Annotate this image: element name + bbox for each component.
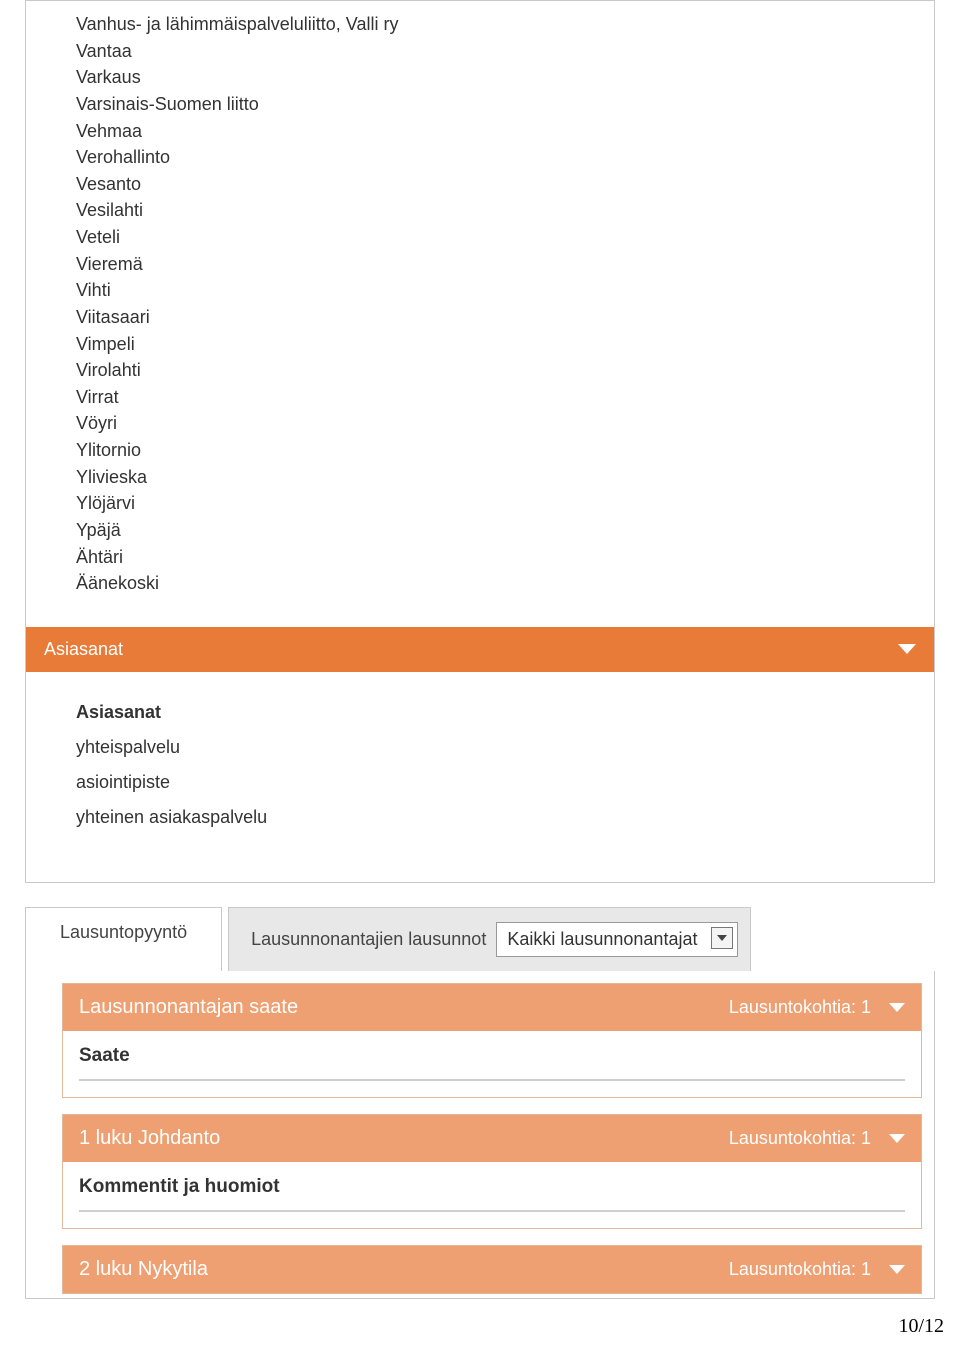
section-title: 1 luku Johdanto xyxy=(79,1127,220,1150)
section-body-label: Saate xyxy=(79,1045,905,1077)
section-title: 2 luku Nykytila xyxy=(79,1258,208,1281)
keyword-item: asiointipiste xyxy=(76,772,884,793)
list-item: Ylitornio xyxy=(76,437,884,464)
list-item: Ypäjä xyxy=(76,517,884,544)
chevron-down-icon xyxy=(889,1265,905,1274)
section-meta: Lausuntokohtia: 1 xyxy=(729,1128,905,1149)
accordion-section: 1 luku Johdanto Lausuntokohtia: 1 Kommenti… xyxy=(62,1114,922,1229)
list-item: Vesanto xyxy=(76,171,884,198)
section-meta: Lausuntokohtia: 1 xyxy=(729,1259,905,1280)
section-count: Lausuntokohtia: 1 xyxy=(729,1259,871,1280)
page-number: 10/12 xyxy=(0,1299,960,1346)
chevron-down-icon xyxy=(889,1134,905,1143)
keyword-item: yhteispalvelu xyxy=(76,737,884,758)
asiasanat-header[interactable]: Asiasanat xyxy=(26,627,934,672)
divider xyxy=(79,1210,905,1212)
list-item: Veteli xyxy=(76,224,884,251)
list-item: Ylöjärvi xyxy=(76,490,884,517)
divider xyxy=(79,1079,905,1081)
lausunnonantajat-dropdown[interactable]: Kaikki lausunnonantajat xyxy=(496,922,738,957)
accordion-header[interactable]: 2 luku Nykytila Lausuntokohtia: 1 xyxy=(63,1246,921,1293)
accordion-header[interactable]: 1 luku Johdanto Lausuntokohtia: 1 xyxy=(63,1115,921,1162)
accordion-section: Lausunnonantajan saate Lausuntokohtia: 1 S… xyxy=(62,983,922,1098)
accordion-header[interactable]: Lausunnonantajan saate Lausuntokohtia: 1 xyxy=(63,984,921,1031)
chevron-down-icon[interactable] xyxy=(711,927,733,949)
list-item: Vimpeli xyxy=(76,331,884,358)
list-item: Virolahti xyxy=(76,357,884,384)
sections-container: Lausunnonantajan saate Lausuntokohtia: 1 S… xyxy=(25,971,935,1299)
asiasanat-panel: Asiasanat yhteispalvelu asiointipiste yhte… xyxy=(26,672,934,882)
list-item: Varsinais-Suomen liitto xyxy=(76,91,884,118)
list-item: Ähtäri xyxy=(76,544,884,571)
tab-lausunnonantajien[interactable]: Lausunnonantajien lausunnot Kaikki lausu… xyxy=(228,907,751,971)
dropdown-value: Kaikki lausunnonantajat xyxy=(507,929,697,949)
keyword-item: yhteinen asiakaspalvelu xyxy=(76,807,884,828)
list-item: Virrat xyxy=(76,384,884,411)
list-item: Ylivieska xyxy=(76,464,884,491)
list-item: Vieremä xyxy=(76,251,884,278)
asiasanat-heading: Asiasanat xyxy=(76,702,884,723)
tabs-container: Lausuntopyyntö Lausunnonantajien lausunn… xyxy=(25,907,935,1299)
list-item: Vanhus- ja lähimmäispalveluliitto, Valli… xyxy=(76,11,884,38)
section-body-label: Kommentit ja huomiot xyxy=(79,1176,905,1208)
accordion-body: Saate xyxy=(63,1031,921,1097)
asiasanat-header-title: Asiasanat xyxy=(44,639,123,660)
tab-lausuntopyynto[interactable]: Lausuntopyyntö xyxy=(25,907,222,971)
list-item: Vöyri xyxy=(76,410,884,437)
tabs-row: Lausuntopyyntö Lausunnonantajien lausunn… xyxy=(25,907,935,971)
list-item: Vihti xyxy=(76,277,884,304)
list-item: Varkaus xyxy=(76,64,884,91)
section-count: Lausuntokohtia: 1 xyxy=(729,997,871,1018)
section-title: Lausunnonantajan saate xyxy=(79,996,298,1019)
list-item: Vesilahti xyxy=(76,197,884,224)
section-meta: Lausuntokohtia: 1 xyxy=(729,997,905,1018)
chevron-down-icon xyxy=(889,1003,905,1012)
list-item: Vantaa xyxy=(76,38,884,65)
list-item: Vehmaa xyxy=(76,118,884,145)
tab-label: Lausunnonantajien lausunnot xyxy=(251,929,486,950)
accordion-section: 2 luku Nykytila Lausuntokohtia: 1 xyxy=(62,1245,922,1294)
section-count: Lausuntokohtia: 1 xyxy=(729,1128,871,1149)
chevron-down-icon xyxy=(898,644,916,654)
municipality-list: Vanhus- ja lähimmäispalveluliitto, Valli… xyxy=(26,1,934,627)
tab-label: Lausuntopyyntö xyxy=(60,922,187,942)
list-item: Viitasaari xyxy=(76,304,884,331)
list-item: Äänekoski xyxy=(76,570,884,597)
list-item: Verohallinto xyxy=(76,144,884,171)
main-card: Vanhus- ja lähimmäispalveluliitto, Valli… xyxy=(25,0,935,883)
accordion-body: Kommentit ja huomiot xyxy=(63,1162,921,1228)
